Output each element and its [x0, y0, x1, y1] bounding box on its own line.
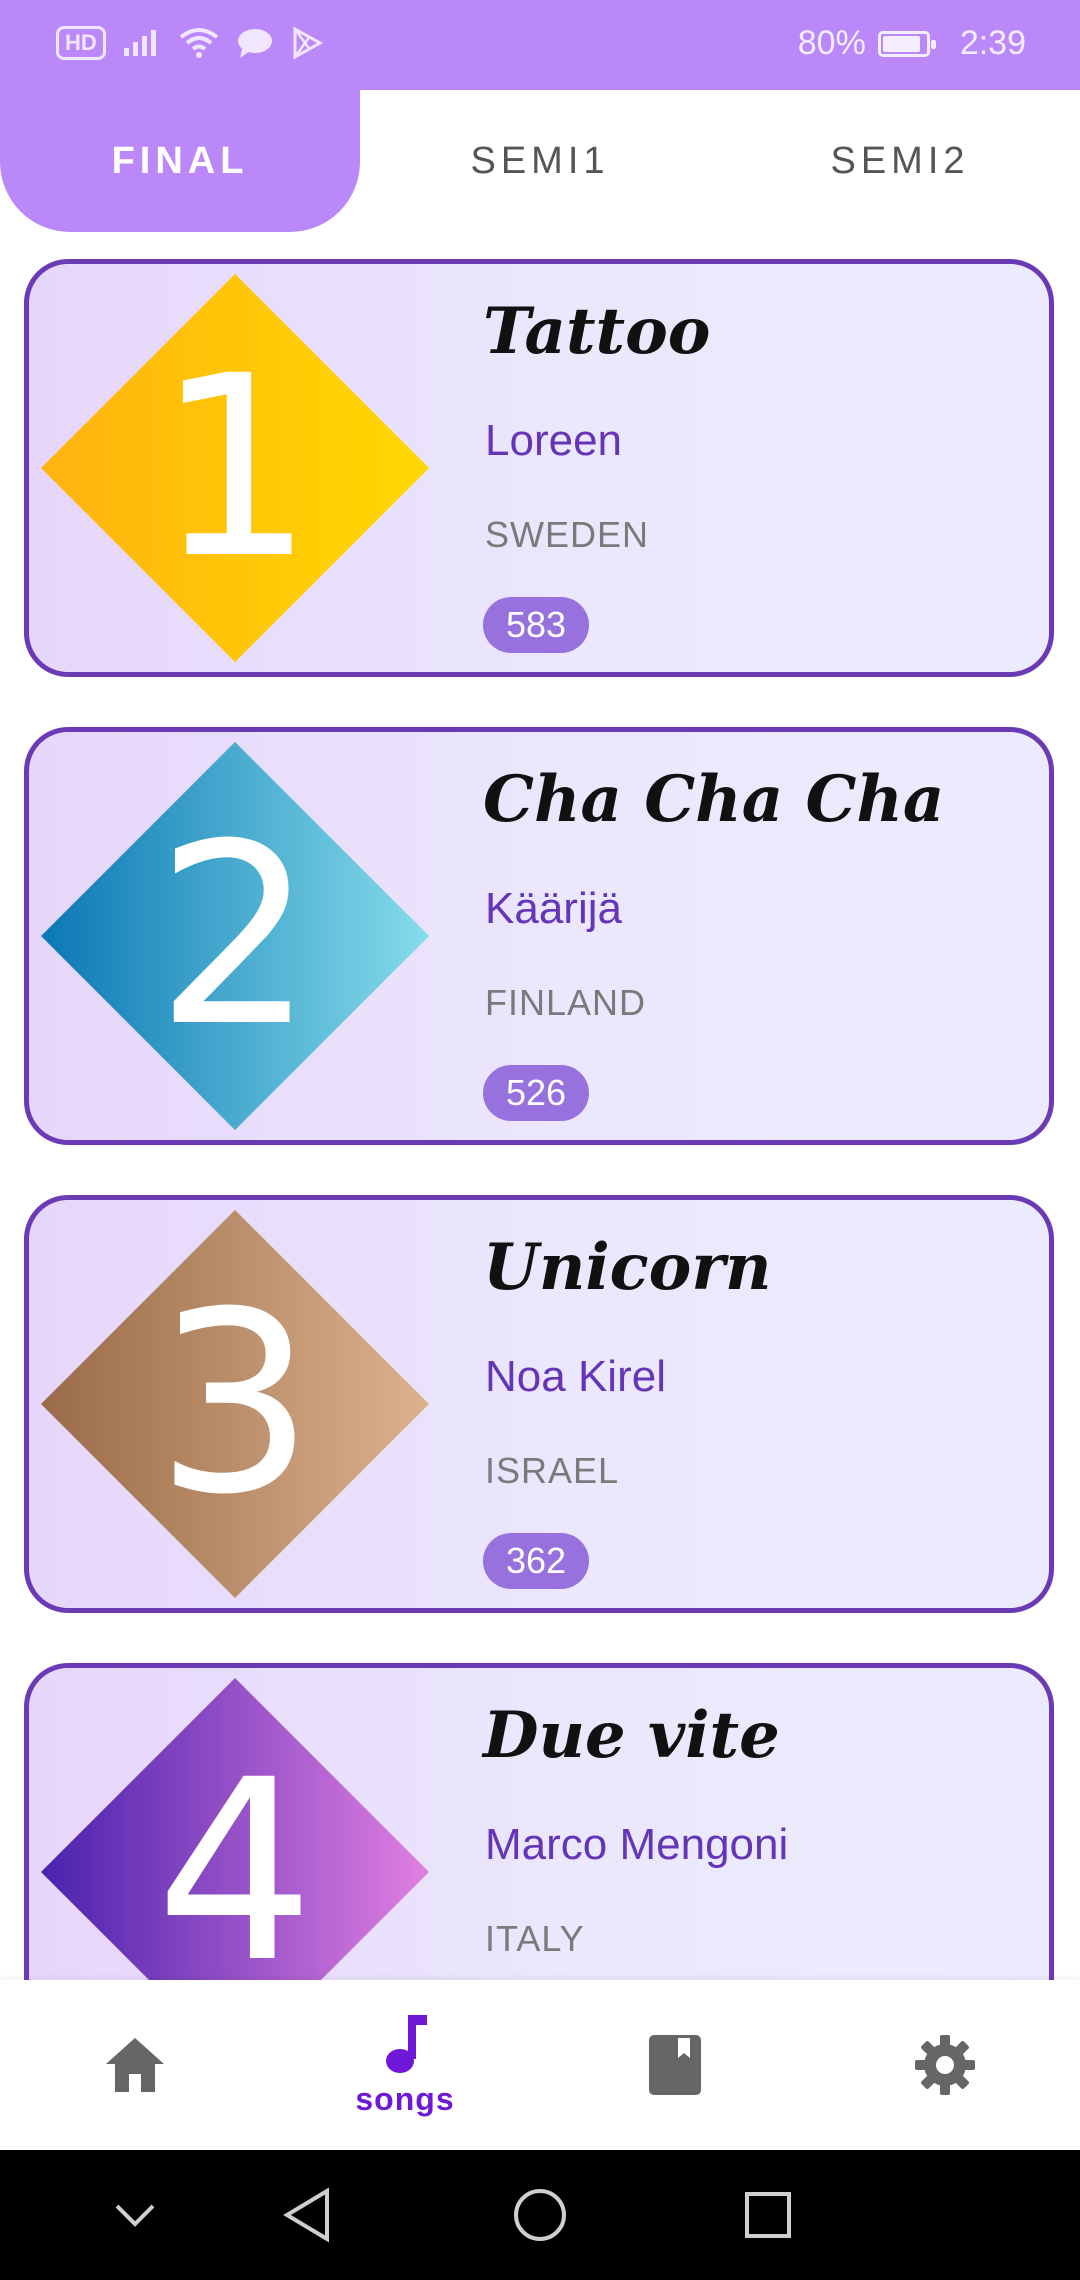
status-bar: HD 80% 2:39: [0, 0, 1080, 90]
status-icons-right: 80% 2:39: [798, 24, 1026, 63]
message-icon: [237, 29, 272, 58]
song-title: Cha Cha Cha: [483, 762, 945, 837]
music-note-icon: [386, 2014, 427, 2073]
song-card[interactable]: 4 Due vite Marco Mengoni ITALY: [24, 1663, 1054, 1980]
bottom-navigation: songs: [0, 1980, 1080, 2150]
song-title: Tattoo: [483, 294, 711, 369]
country-name: ITALY: [485, 1918, 585, 1959]
rank-badge: 1: [41, 274, 429, 662]
song-card[interactable]: 1 Tattoo Loreen SWEDEN 583: [24, 259, 1054, 677]
collapse-button[interactable]: [100, 2180, 170, 2250]
recents-button[interactable]: [733, 2180, 803, 2250]
song-card[interactable]: 2 Cha Cha Cha Käärijä FINLAND 526: [24, 727, 1054, 1145]
nav-settings[interactable]: [810, 1980, 1080, 2150]
points-badge: 362: [483, 1533, 589, 1589]
song-card[interactable]: 3 Unicorn Noa Kirel ISRAEL 362: [24, 1195, 1054, 1613]
nav-songs[interactable]: songs: [270, 1980, 540, 2150]
artist-name: Loreen: [485, 416, 623, 465]
rank-number: 4: [155, 1726, 315, 1981]
rank-number: 3: [155, 1258, 315, 1549]
country-name: SWEDEN: [485, 514, 650, 555]
country-name: FINLAND: [485, 982, 647, 1023]
song-title: Unicorn: [483, 1230, 772, 1305]
nav-home[interactable]: [0, 1980, 270, 2150]
tab-semi1[interactable]: SEMI1: [360, 90, 720, 232]
back-triangle-icon: [283, 2187, 329, 2243]
artist-name: Marco Mengoni: [485, 1820, 789, 1869]
round-tabs: FINAL SEMI1 SEMI2: [0, 90, 1080, 235]
song-title: Due vite: [483, 1698, 780, 1773]
tab-semi2[interactable]: SEMI2: [720, 90, 1080, 232]
artist-name: Käärijä: [485, 884, 622, 933]
rank-number: 2: [155, 790, 315, 1081]
signal-icon: [123, 30, 156, 56]
song-list[interactable]: 1 Tattoo Loreen SWEDEN 583 2 Cha Cha Cha…: [0, 235, 1080, 1980]
play-store-icon: [293, 26, 323, 60]
battery-icon: [877, 30, 936, 57]
hd-icon: HD: [56, 26, 106, 60]
home-icon: [106, 2038, 164, 2092]
tab-final[interactable]: FINAL: [0, 90, 360, 232]
chevron-down-icon: [115, 2204, 155, 2227]
rank-badge: 2: [41, 742, 429, 1130]
rank-badge: 4: [41, 1678, 429, 1980]
nav-book[interactable]: [540, 1980, 810, 2150]
gear-icon: [915, 2035, 975, 2095]
rank-number: 1: [155, 322, 315, 613]
nav-songs-label: songs: [355, 2080, 455, 2117]
clock: 2:39: [959, 24, 1026, 62]
battery-percentage: 80%: [797, 24, 866, 62]
artist-name: Noa Kirel: [485, 1352, 666, 1401]
recents-square-icon: [745, 2192, 791, 2238]
status-icons-left: HD: [56, 26, 324, 60]
points-badge: 526: [483, 1065, 589, 1121]
home-button[interactable]: [505, 2180, 575, 2250]
home-circle-icon: [514, 2189, 566, 2241]
country-name: ISRAEL: [485, 1450, 620, 1491]
points-badge: 583: [483, 597, 589, 653]
rank-badge: 3: [41, 1210, 429, 1598]
system-navigation-bar: [0, 2150, 1080, 2280]
back-button[interactable]: [272, 2180, 342, 2250]
book-icon: [649, 2035, 701, 2095]
wifi-icon: [179, 28, 219, 58]
